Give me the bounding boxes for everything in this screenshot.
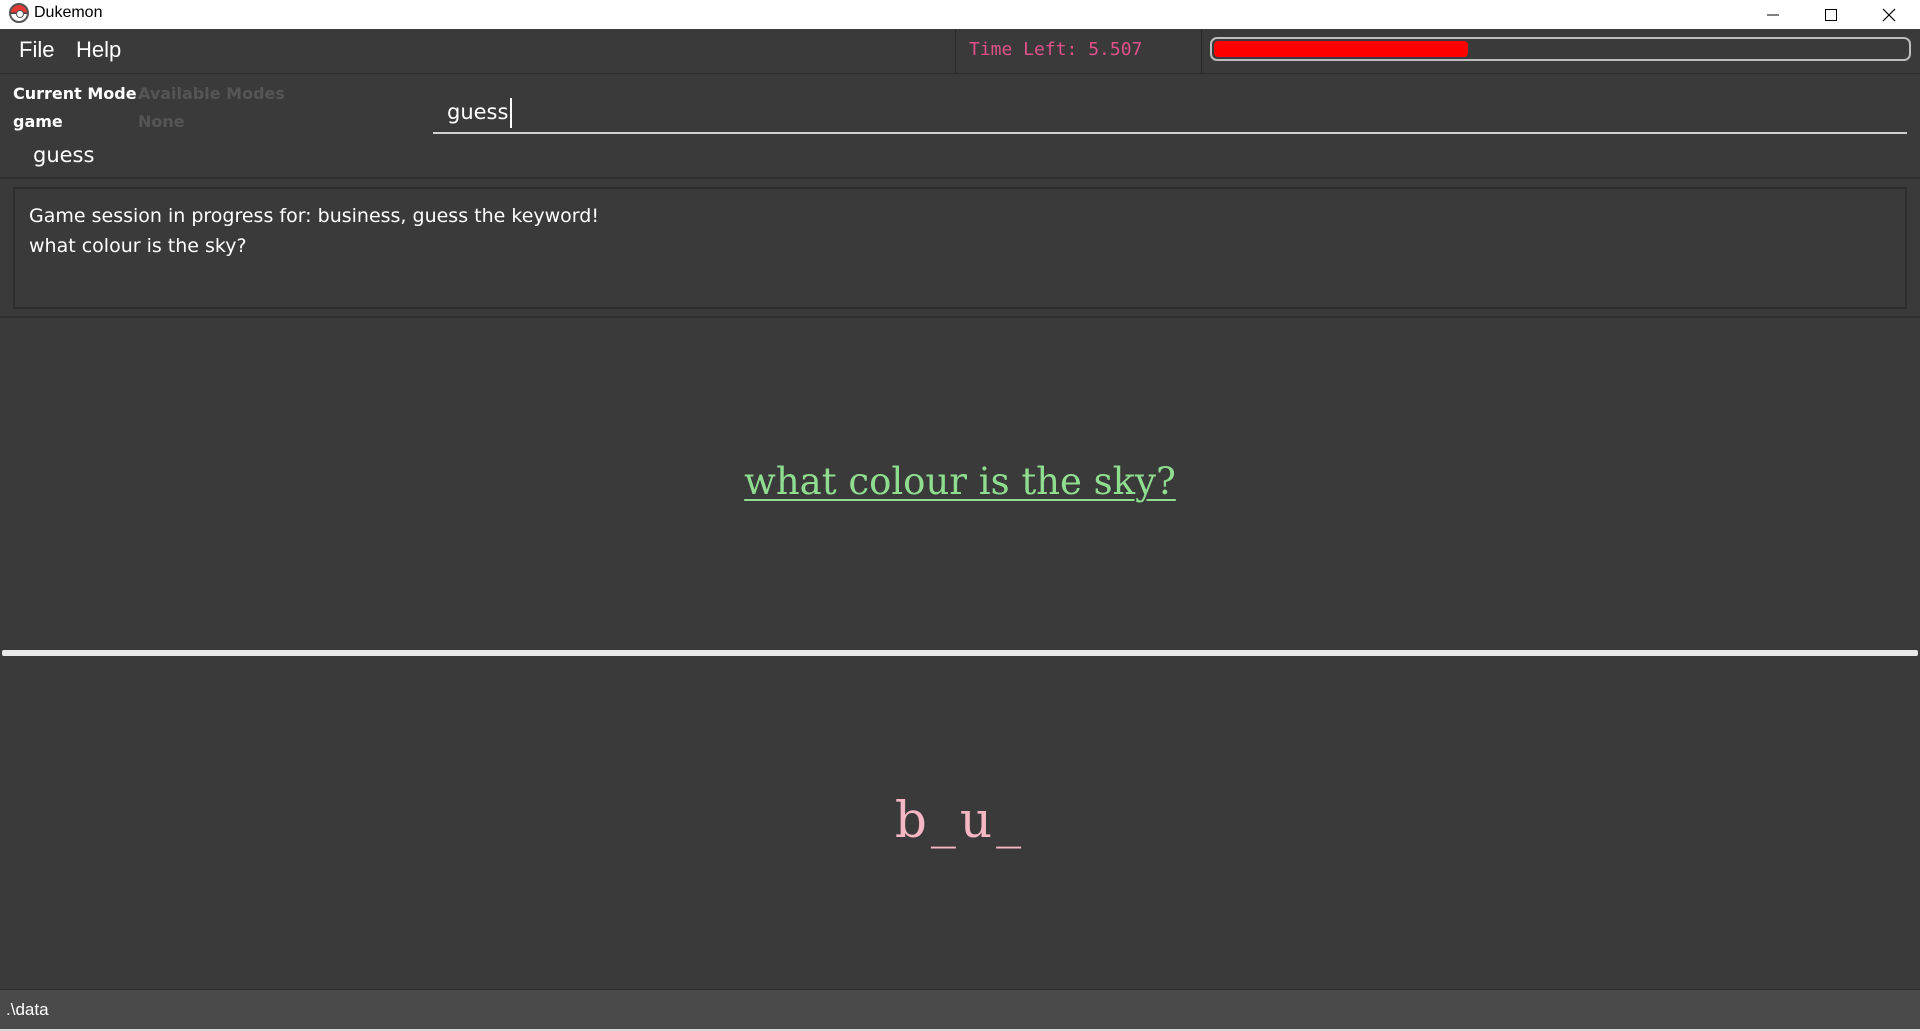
time-progress-bar — [1210, 37, 1911, 61]
question-text: what colour is the sky? — [744, 460, 1176, 503]
available-modes-value: None — [138, 112, 185, 131]
data-path: .\data — [6, 1000, 49, 1019]
time-left-label: Time Left: 5.507 — [969, 39, 1143, 60]
menu-file[interactable]: File — [19, 37, 54, 63]
menu-help[interactable]: Help — [76, 37, 121, 63]
hint-pane: b_u_ — [0, 656, 1920, 989]
window-title: Dukemon — [34, 4, 103, 21]
result-display: Game session in progress for: business, … — [13, 187, 1907, 309]
close-icon — [1882, 8, 1896, 21]
status-bar: .\data — [0, 989, 1920, 1031]
command-input-text: guess — [447, 100, 509, 124]
close-button[interactable] — [1860, 0, 1918, 29]
pokeball-icon — [9, 3, 29, 23]
hint-text: b_u_ — [894, 791, 1026, 849]
minimize-button[interactable] — [1744, 0, 1802, 29]
result-line-1: Game session in progress for: business, … — [29, 205, 599, 227]
text-caret — [510, 98, 513, 128]
result-line-2: what colour is the sky? — [29, 235, 247, 257]
last-command: guess — [33, 143, 95, 167]
current-mode-value: game — [13, 112, 63, 131]
timer-panel: Time Left: 5.507 — [955, 29, 1202, 74]
mode-panel: Current Mode Available Modes game None g… — [0, 75, 1920, 179]
question-pane: what colour is the sky? — [0, 320, 1920, 650]
maximize-button[interactable] — [1802, 0, 1860, 29]
result-panel: Game session in progress for: business, … — [0, 181, 1920, 318]
current-mode-heading: Current Mode — [13, 84, 137, 103]
minimize-icon — [1767, 14, 1779, 15]
command-input[interactable]: guess — [433, 90, 1907, 134]
title-bar: Dukemon — [0, 0, 1920, 29]
time-progress-fill — [1214, 41, 1468, 57]
available-modes-heading: Available Modes — [138, 84, 285, 103]
maximize-icon — [1825, 8, 1837, 21]
